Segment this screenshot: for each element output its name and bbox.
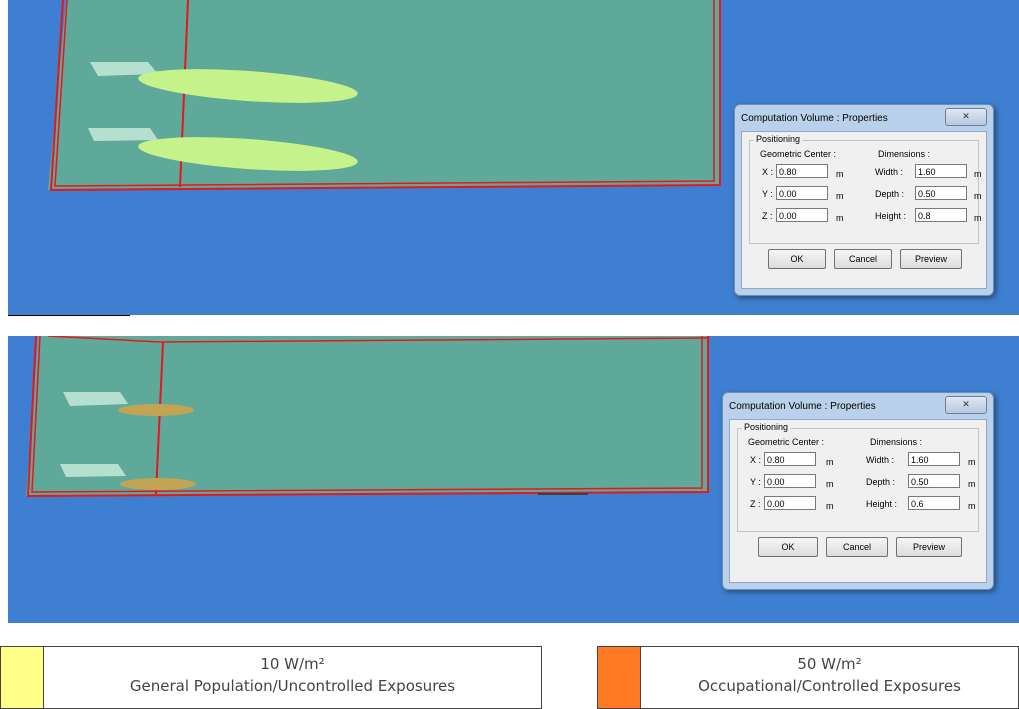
y-label: Y : xyxy=(750,477,761,487)
y-unit: m xyxy=(826,479,834,489)
dialog-client: Positioning Geometric Center : Dimension… xyxy=(741,131,987,289)
antenna-bottom xyxy=(88,128,158,141)
ground-plane xyxy=(26,336,708,496)
dialog-client: Positioning Geometric Center : Dimension… xyxy=(729,419,987,583)
legend-value: 50 W/m² xyxy=(797,655,862,673)
separator-line xyxy=(8,315,130,316)
y-input[interactable]: 0.00 xyxy=(764,474,816,488)
width-unit: m xyxy=(974,169,982,179)
group-label: Positioning xyxy=(754,134,803,144)
height-label: Height : xyxy=(866,499,898,509)
preview-button[interactable]: Preview xyxy=(896,537,962,557)
legend-swatch-orange xyxy=(598,647,641,708)
close-icon[interactable]: ✕ xyxy=(945,396,987,414)
legend-occupational: 50 W/m² Occupational/Controlled Exposure… xyxy=(597,646,1019,709)
center-header: Geometric Center : xyxy=(748,437,825,447)
width-unit: m xyxy=(968,457,976,467)
z-input[interactable]: 0.00 xyxy=(776,208,828,222)
bottom-3d-viewport[interactable]: Computation Volume : Properties ✕ Positi… xyxy=(8,336,1019,623)
legend-text: 10 W/m² General Population/Uncontrolled … xyxy=(44,653,541,697)
properties-dialog-top[interactable]: Computation Volume : Properties ✕ Positi… xyxy=(734,104,994,296)
y-input[interactable]: 0.00 xyxy=(776,186,828,200)
z-input[interactable]: 0.00 xyxy=(764,496,816,510)
close-icon[interactable]: ✕ xyxy=(945,108,987,126)
x-input[interactable]: 0.80 xyxy=(776,164,828,178)
z-unit: m xyxy=(826,501,834,511)
positioning-group: Positioning Geometric Center : Dimension… xyxy=(749,134,982,244)
legend-text: 50 W/m² Occupational/Controlled Exposure… xyxy=(641,653,1018,697)
legend-label: General Population/Uncontrolled Exposure… xyxy=(129,677,456,695)
cancel-button[interactable]: Cancel xyxy=(826,537,888,557)
top-3d-viewport[interactable]: Computation Volume : Properties ✕ Positi… xyxy=(8,0,1019,315)
height-input[interactable]: 0.8 xyxy=(915,208,967,222)
legend-value: 10 W/m² xyxy=(260,655,325,673)
height-input[interactable]: 0.6 xyxy=(908,496,960,510)
height-unit: m xyxy=(968,501,976,511)
y-unit: m xyxy=(836,191,844,201)
height-label: Height : xyxy=(875,211,907,221)
legend-label: Occupational/Controlled Exposures xyxy=(698,677,961,695)
z-unit: m xyxy=(836,213,844,223)
properties-dialog-bottom[interactable]: Computation Volume : Properties ✕ Positi… xyxy=(722,392,994,590)
height-unit: m xyxy=(974,213,982,223)
z-label: Z : xyxy=(750,499,761,509)
plume-top xyxy=(118,404,194,416)
dims-header: Dimensions : xyxy=(878,149,931,159)
ok-button[interactable]: OK xyxy=(768,249,826,269)
depth-input[interactable]: 0.50 xyxy=(915,186,967,200)
depth-unit: m xyxy=(968,479,976,489)
width-label: Width : xyxy=(866,455,895,465)
legend-general-population: 10 W/m² General Population/Uncontrolled … xyxy=(0,646,542,709)
dialog-title: Computation Volume : Properties xyxy=(729,401,876,412)
ground-plane xyxy=(48,0,720,190)
x-input[interactable]: 0.80 xyxy=(764,452,816,466)
depth-label: Depth : xyxy=(875,189,905,199)
width-input[interactable]: 1.60 xyxy=(908,452,960,466)
positioning-group: Positioning Geometric Center : Dimension… xyxy=(737,422,979,532)
center-header: Geometric Center : xyxy=(760,149,837,159)
preview-button[interactable]: Preview xyxy=(900,249,962,269)
plume-bottom xyxy=(120,478,196,490)
cancel-button[interactable]: Cancel xyxy=(834,249,892,269)
depth-label: Depth : xyxy=(866,477,896,487)
antenna-top xyxy=(63,392,128,406)
x-label: X : xyxy=(762,167,774,177)
width-label: Width : xyxy=(875,167,904,177)
antenna-bottom xyxy=(60,464,126,477)
group-label: Positioning xyxy=(742,422,791,432)
legend-swatch-yellow xyxy=(1,647,44,708)
width-input[interactable]: 1.60 xyxy=(915,164,967,178)
z-label: Z : xyxy=(762,211,773,221)
y-label: Y : xyxy=(762,189,773,199)
x-label: X : xyxy=(750,455,762,465)
depth-unit: m xyxy=(974,191,982,201)
depth-input[interactable]: 0.50 xyxy=(908,474,960,488)
ok-button[interactable]: OK xyxy=(758,537,818,557)
dialog-title: Computation Volume : Properties xyxy=(741,113,888,124)
x-unit: m xyxy=(836,169,844,179)
x-unit: m xyxy=(826,457,834,467)
dims-header: Dimensions : xyxy=(870,437,923,447)
